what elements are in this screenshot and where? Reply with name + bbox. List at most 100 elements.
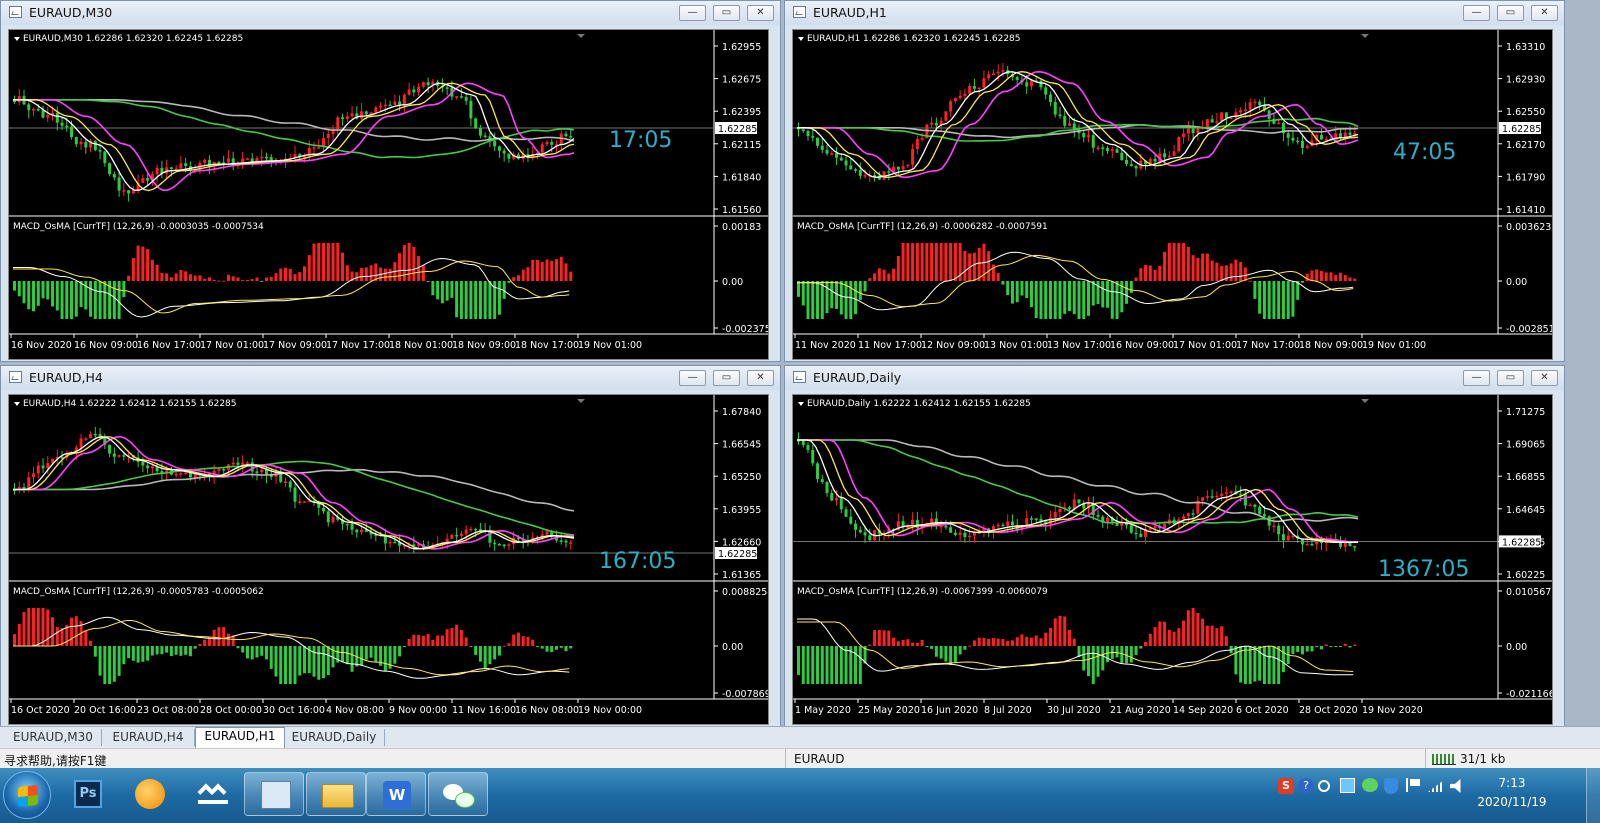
candle: [844, 155, 848, 171]
macd-histogram-bar: [1129, 646, 1133, 663]
macd-histogram-bar: [478, 281, 482, 319]
chart-area[interactable]: 1.71275 1.69065 1.66855 1.64645 1.62285 1.602…: [792, 394, 1557, 725]
candle: [858, 162, 862, 180]
macd-histogram-bar: [920, 640, 924, 646]
macd-histogram-bar: [564, 263, 568, 281]
macd-histogram-bar: [36, 608, 40, 646]
candle: [797, 432, 800, 445]
chart-canvas[interactable]: 1.63310 1.62930 1.62550 1.62170 1.61790 1.614…: [793, 30, 1557, 359]
tray-volume-icon[interactable]: [1450, 779, 1461, 793]
minimize-button[interactable]: —: [679, 370, 706, 386]
macd-histogram-bar: [141, 646, 145, 662]
time-tick-label: 21 Aug 2020: [1110, 705, 1171, 716]
maximize-button[interactable]: ▭: [713, 370, 740, 386]
macd-histogram-bar: [877, 630, 881, 646]
tab-h1[interactable]: EURAUD,H1: [195, 727, 285, 748]
taskbar-browser[interactable]: [120, 772, 180, 816]
chart-window-h1[interactable]: EURAUD,H1 — ▭ ✕ 1.63310 1.62930 1.62550 1.62170…: [784, 0, 1565, 362]
chart-window-daily[interactable]: EURAUD,Daily — ▭ ✕ 1.71275 1.69065 1.66855 1.64…: [784, 365, 1565, 727]
chart-area[interactable]: 1.67840 1.66545 1.65250 1.63955 1.62660 1.613…: [8, 394, 773, 725]
macd-histogram-bar: [1220, 265, 1224, 281]
candle: [360, 103, 364, 121]
macd-histogram-bar: [174, 646, 178, 655]
candle: [906, 164, 910, 168]
tray-shield-icon[interactable]: [1384, 778, 1398, 794]
symbol-info: EURAUD,H1 1.62286 1.62320 1.62245 1.6228…: [807, 34, 1021, 44]
candle: [516, 152, 520, 160]
help-text: 寻求帮助,请按F1键: [4, 754, 107, 768]
candle: [421, 81, 425, 89]
taskbar-metatrader[interactable]: [244, 772, 304, 816]
candle: [41, 105, 45, 119]
tray-settings-icon[interactable]: [1318, 780, 1330, 792]
tray-flag-icon[interactable]: [1406, 778, 1420, 792]
taskbar-meeting[interactable]: [182, 772, 242, 816]
macd-histogram-bar: [516, 275, 520, 281]
tab-daily[interactable]: EURAUD,Daily: [284, 729, 385, 746]
tray-signal-icon[interactable]: [1428, 780, 1444, 792]
close-button[interactable]: ✕: [1531, 5, 1558, 21]
macd-histogram-bar: [93, 281, 97, 319]
title-bar[interactable]: EURAUD,Daily — ▭ ✕: [785, 366, 1564, 390]
clock[interactable]: 7:13 2020/11/19: [1474, 772, 1550, 818]
macd-histogram-bar: [1291, 646, 1295, 654]
candle: [231, 151, 235, 171]
minimize-icon: —: [1471, 372, 1482, 383]
candle: [968, 83, 972, 95]
taskbar-wechat[interactable]: [428, 772, 488, 816]
taskbar-wps[interactable]: W: [366, 772, 426, 816]
macd-histogram-bar: [1072, 638, 1076, 646]
candle: [345, 111, 349, 122]
close-button[interactable]: ✕: [747, 370, 774, 386]
current-price-label: 1.62285: [1502, 124, 1541, 135]
macd-histogram-bar: [1110, 281, 1114, 319]
tray-sogou-icon[interactable]: S: [1278, 778, 1294, 794]
taskbar-explorer[interactable]: [306, 772, 366, 816]
minimize-button[interactable]: —: [1463, 370, 1490, 386]
candle: [849, 158, 853, 170]
close-button[interactable]: ✕: [1531, 370, 1558, 386]
chart-window-m30[interactable]: EURAUD,M30 — ▭ ✕ 1.62955 1.62675 1.62395 1.6211…: [0, 0, 781, 362]
maximize-button[interactable]: ▭: [1497, 370, 1524, 386]
chart-canvas[interactable]: 1.71275 1.69065 1.66855 1.64645 1.62285 1.602…: [793, 395, 1557, 724]
chart-window-h4[interactable]: EURAUD,H4 — ▭ ✕ 1.67840 1.66545 1.65250 1.63955…: [0, 365, 781, 727]
tray-wechat-icon[interactable]: [1362, 778, 1378, 792]
macd-histogram-bar: [868, 278, 872, 281]
chart-window-icon: [793, 6, 806, 18]
minimize-button[interactable]: —: [1463, 5, 1490, 21]
chart-canvas[interactable]: 1.67840 1.66545 1.65250 1.63955 1.62660 1.613…: [9, 395, 773, 724]
macd-histogram-bar: [1087, 281, 1091, 316]
macd-histogram-bar: [535, 646, 539, 647]
title-bar[interactable]: EURAUD,H1 — ▭ ✕: [785, 1, 1564, 25]
candle: [469, 95, 473, 127]
title-bar[interactable]: EURAUD,M30 — ▭ ✕: [1, 1, 780, 25]
chart-canvas[interactable]: 1.62955 1.62675 1.62395 1.62115 1.61840 1.615…: [9, 30, 771, 359]
show-desktop-button[interactable]: [1586, 768, 1600, 823]
macd-histogram-bar: [1329, 272, 1333, 281]
chart-area[interactable]: 1.63310 1.62930 1.62550 1.62170 1.61790 1.614…: [792, 29, 1557, 360]
tray-network-icon[interactable]: [1340, 778, 1355, 793]
candle: [1001, 522, 1005, 527]
maximize-button[interactable]: ▭: [713, 5, 740, 21]
macd-histogram-bar: [179, 646, 183, 656]
minimize-button[interactable]: —: [679, 5, 706, 21]
tab-h4[interactable]: EURAUD,H4: [102, 729, 195, 746]
macd-histogram-bar: [245, 279, 249, 281]
maximize-button[interactable]: ▭: [1497, 5, 1524, 21]
price-tick-label: 1.60225: [1506, 570, 1545, 581]
macd-histogram-bar: [41, 281, 45, 299]
macd-histogram-bar: [13, 281, 16, 291]
candle: [1234, 108, 1238, 120]
candle: [1286, 131, 1290, 146]
macd-histogram-bar: [217, 280, 221, 282]
chart-area[interactable]: 1.62955 1.62675 1.62395 1.62115 1.61840 1.615…: [8, 29, 771, 360]
title-bar[interactable]: EURAUD,H4 — ▭ ✕: [1, 366, 780, 390]
start-button[interactable]: [3, 771, 51, 819]
tab-m30[interactable]: EURAUD,M30: [5, 729, 102, 746]
minimize-icon: —: [1471, 7, 1482, 18]
price-tick-label: 1.61840: [722, 172, 761, 183]
close-button[interactable]: ✕: [747, 5, 774, 21]
tray-help-icon[interactable]: ?: [1298, 778, 1314, 794]
macd-histogram-bar: [331, 243, 335, 281]
taskbar-photoshop[interactable]: Ps: [58, 772, 118, 816]
